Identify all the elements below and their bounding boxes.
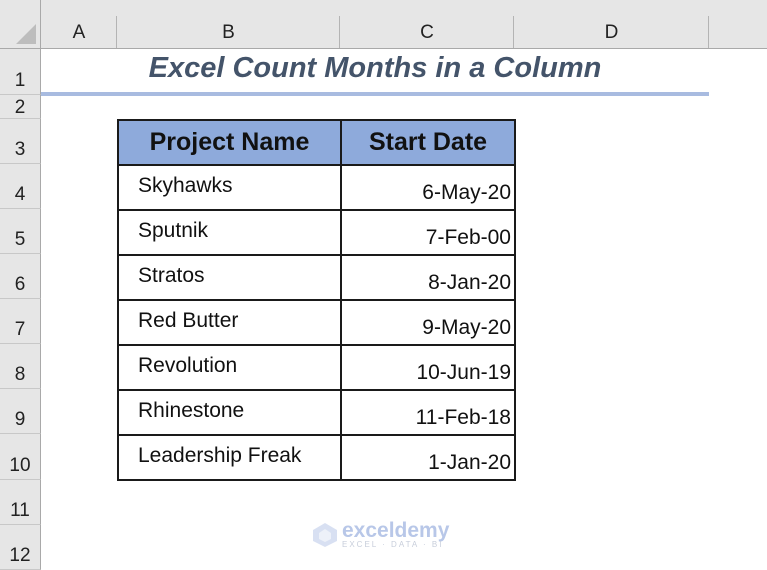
watermark-tagline: EXCEL · DATA · BI <box>342 540 444 549</box>
start-date-cell[interactable]: 11-Feb-18 <box>340 389 516 436</box>
row-header-5[interactable]: 5 <box>0 209 41 254</box>
row-label: 5 <box>14 229 26 250</box>
start-date-cell[interactable]: 8-Jan-20 <box>340 254 516 301</box>
project-name-cell[interactable]: Red Butter <box>117 299 342 346</box>
row-label: 8 <box>14 364 26 385</box>
table-row: Rhinestone 11-Feb-18 <box>117 389 516 436</box>
project-name-cell[interactable]: Revolution <box>117 344 342 391</box>
table-row: Sputnik 7-Feb-00 <box>117 209 516 256</box>
table-header-row: Project Name Start Date <box>117 119 516 166</box>
watermark: exceldemy EXCEL · DATA · BI <box>312 520 449 549</box>
row-header-11[interactable]: 11 <box>0 480 41 525</box>
column-label: A <box>72 22 86 43</box>
project-name-cell[interactable]: Rhinestone <box>117 389 342 436</box>
row-header-1[interactable]: 1 <box>0 49 41 95</box>
row-header-12[interactable]: 12 <box>0 525 41 570</box>
row-label: 9 <box>14 409 26 430</box>
column-header-a[interactable]: A <box>41 0 117 49</box>
row-header-3[interactable]: 3 <box>0 119 41 164</box>
row-label: 12 <box>9 545 31 566</box>
column-header-d[interactable]: D <box>514 0 709 49</box>
start-date-cell[interactable]: 6-May-20 <box>340 164 516 211</box>
column-label: C <box>420 22 434 43</box>
row-label: 11 <box>10 500 30 521</box>
header-start-date[interactable]: Start Date <box>340 119 516 166</box>
row-label: 7 <box>14 319 26 340</box>
start-date-cell[interactable]: 1-Jan-20 <box>340 434 516 481</box>
row-header-2[interactable]: 2 <box>0 95 41 119</box>
table-row: Stratos 8-Jan-20 <box>117 254 516 301</box>
row-label: 4 <box>14 184 26 205</box>
row-header-10[interactable]: 10 <box>0 434 41 480</box>
project-name-cell[interactable]: Stratos <box>117 254 342 301</box>
row-label: 6 <box>14 274 26 295</box>
select-all-button[interactable] <box>0 0 41 49</box>
watermark-name: exceldemy <box>342 519 450 542</box>
table-row: Skyhawks 6-May-20 <box>117 164 516 211</box>
column-label: B <box>222 22 235 43</box>
row-label: 2 <box>14 97 26 118</box>
select-all-triangle-icon <box>16 24 36 44</box>
row-label: 10 <box>9 455 31 476</box>
start-date-cell[interactable]: 9-May-20 <box>340 299 516 346</box>
column-label: D <box>604 22 619 43</box>
start-date-cell[interactable]: 10-Jun-19 <box>340 344 516 391</box>
column-header-e[interactable] <box>709 0 767 49</box>
table-row: Leadership Freak 1-Jan-20 <box>117 434 516 481</box>
row-header-4[interactable]: 4 <box>0 164 41 209</box>
column-header-b[interactable]: B <box>117 0 340 49</box>
row-header-8[interactable]: 8 <box>0 344 41 389</box>
project-name-cell[interactable]: Sputnik <box>117 209 342 256</box>
start-date-cell[interactable]: 7-Feb-00 <box>340 209 516 256</box>
exceldemy-logo-icon <box>313 522 337 547</box>
row-label: 3 <box>14 139 26 160</box>
row-header-7[interactable]: 7 <box>0 299 41 344</box>
column-header-c[interactable]: C <box>340 0 514 49</box>
project-table: Project Name Start Date Skyhawks 6-May-20… <box>117 119 516 481</box>
project-name-cell[interactable]: Leadership Freak <box>117 434 342 481</box>
header-project-name[interactable]: Project Name <box>117 119 342 166</box>
table-row: Red Butter 9-May-20 <box>117 299 516 346</box>
project-name-cell[interactable]: Skyhawks <box>117 164 342 211</box>
row-label: 1 <box>14 70 26 91</box>
row-header-6[interactable]: 6 <box>0 254 41 299</box>
row-header-9[interactable]: 9 <box>0 389 41 434</box>
table-row: Revolution 10-Jun-19 <box>117 344 516 391</box>
sheet-title[interactable]: Excel Count Months in a Column <box>41 52 709 85</box>
title-underline <box>41 92 709 96</box>
